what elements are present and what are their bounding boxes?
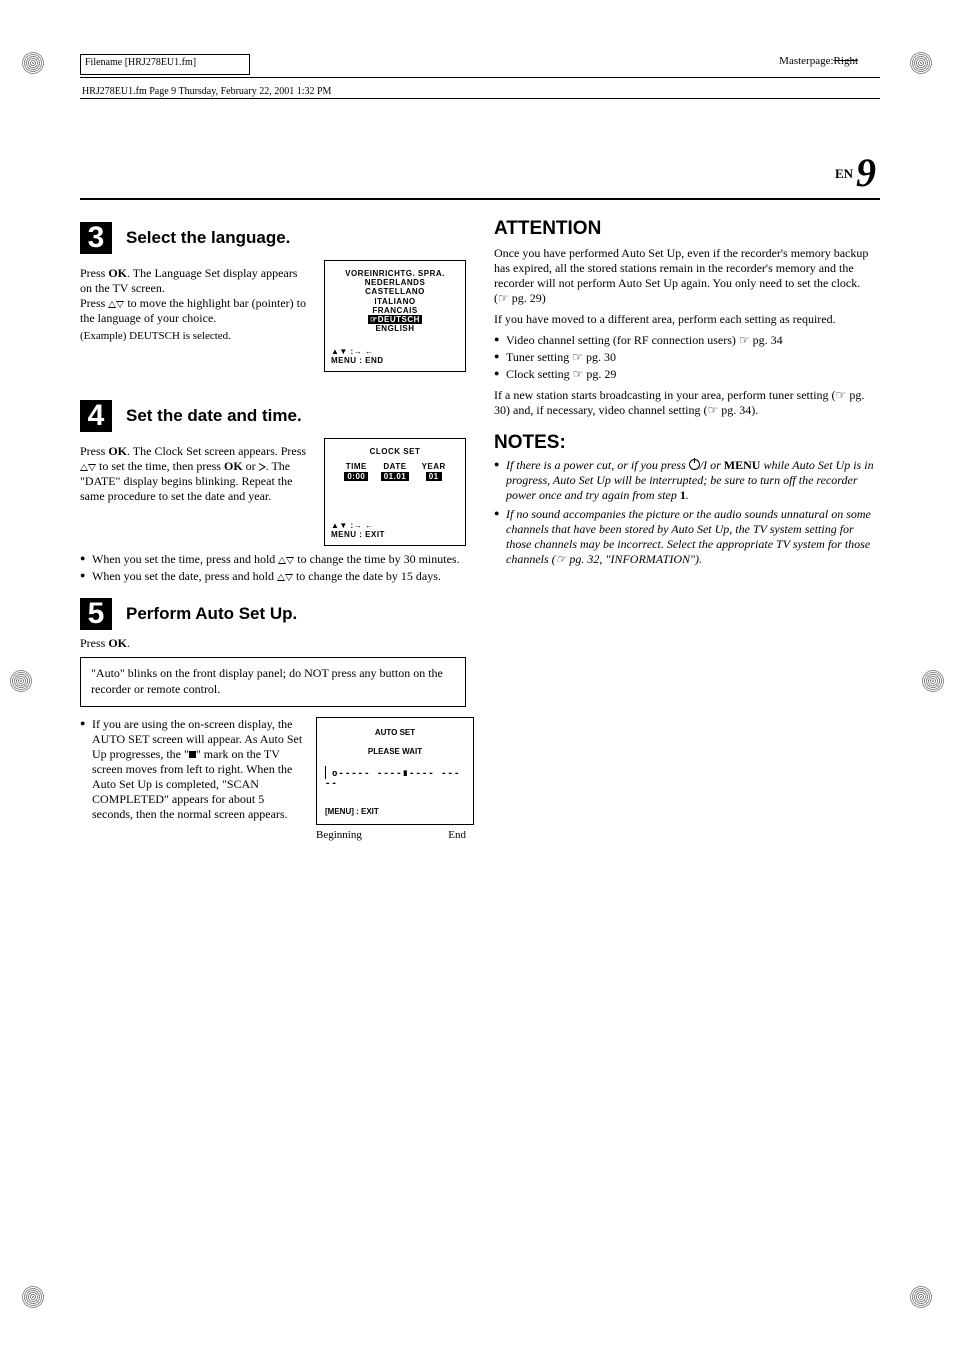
step-3-header: 3 Select the language. (80, 222, 466, 254)
crop-mark-icon (22, 52, 44, 74)
autoset-labels: Beginning End (316, 829, 466, 841)
crop-mark-icon (910, 52, 932, 74)
step-5-header: 5 Perform Auto Set Up. (80, 598, 466, 630)
step-3-text: Press OK. The Language Set display appea… (80, 266, 308, 326)
attention-p2: If you have moved to a different area, p… (494, 312, 880, 327)
filename-box: Filename [HRJ278EU1.fm] (80, 54, 250, 75)
triangle-up-icon (278, 557, 286, 564)
crop-mark-icon (10, 670, 32, 692)
step-number-3: 3 (80, 222, 112, 254)
crop-mark-icon (22, 1286, 44, 1308)
filename-text: Filename [HRJ278EU1.fm] (85, 57, 196, 68)
attention-heading: ATTENTION (494, 218, 880, 240)
step-number-5: 5 (80, 598, 112, 630)
right-column: ATTENTION Once you have performed Auto S… (494, 218, 880, 841)
triangle-down-icon (286, 557, 294, 564)
attention-bullets: Video channel setting (for RF connection… (494, 333, 880, 382)
step-4-title: Set the date and time. (126, 406, 302, 426)
triangle-up-icon (277, 574, 285, 581)
left-column: 3 Select the language. Press OK. The Lan… (80, 218, 466, 841)
attention-p1: Once you have performed Auto Set Up, eve… (494, 246, 880, 306)
pagemaker-line: HRJ278EU1.fm Page 9 Thursday, February 2… (82, 86, 331, 97)
step-3-title: Select the language. (126, 228, 290, 248)
crop-mark-icon (922, 670, 944, 692)
step-4-text: Press OK. The Clock Set screen appears. … (80, 444, 308, 504)
step-4-bullets: When you set the time, press and hold to… (80, 552, 466, 584)
notes-list: If there is a power cut, or if you press… (494, 458, 880, 567)
step-5-callout: "Auto" blinks on the front display panel… (80, 657, 466, 706)
triangle-up-icon (80, 464, 88, 471)
triangle-down-icon (116, 301, 124, 308)
crop-mark-icon (910, 1286, 932, 1308)
step-5-press-ok: Press OK. (80, 636, 466, 651)
page-content: Filename [HRJ278EU1.fm] HRJ278EU1.fm Pag… (80, 55, 880, 841)
step-5-title: Perform Auto Set Up. (126, 604, 297, 624)
step-5-para: If you are using the on-screen display, … (80, 717, 306, 822)
language-screen: VOREINRICHTG. SPRA. NEDERLANDS CASTELLAN… (324, 260, 466, 372)
power-icon (689, 459, 700, 470)
page-number: EN 9 (80, 149, 880, 200)
step-3-example: (Example) DEUTSCH is selected. (80, 330, 308, 342)
triangle-down-icon (88, 464, 96, 471)
autoset-screen: AUTO SET PLEASE WAIT o----- ----∎---- --… (316, 717, 474, 825)
clock-screen: CLOCK SET TIME0:00 DATE01.01 YEAR01 ▲▼ :… (324, 438, 466, 546)
triangle-up-icon (108, 301, 116, 308)
triangle-right-icon (259, 463, 266, 471)
step-4-header: 4 Set the date and time. (80, 400, 466, 432)
attention-p3: If a new station starts broadcasting in … (494, 388, 880, 418)
stop-icon (189, 751, 196, 758)
notes-heading: NOTES: (494, 432, 880, 454)
step-number-4: 4 (80, 400, 112, 432)
triangle-down-icon (285, 574, 293, 581)
